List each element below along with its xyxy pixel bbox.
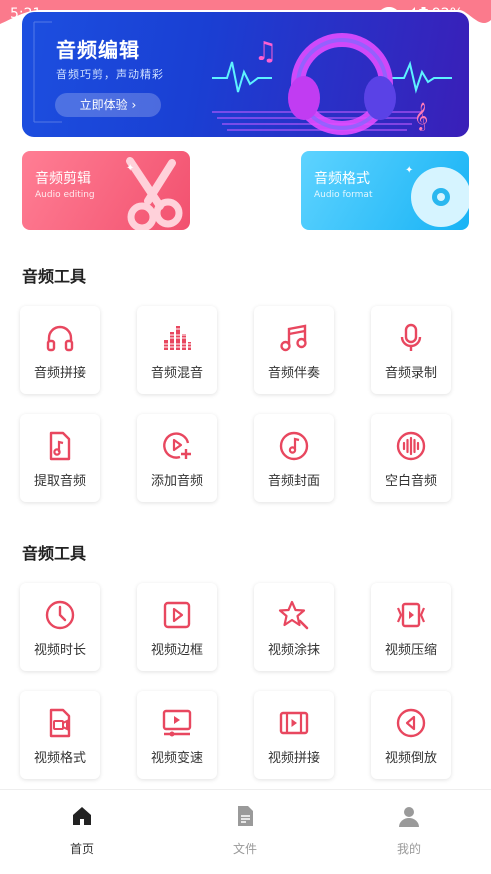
nav-profile[interactable]: 我的	[369, 804, 449, 857]
nav-home[interactable]: 首页	[42, 804, 122, 857]
star-brush-icon	[278, 600, 309, 630]
nav-label: 我的	[396, 842, 421, 856]
video-speed-icon	[162, 709, 192, 737]
file-icon	[238, 806, 253, 826]
tool-label: 音频封面	[267, 474, 320, 489]
audio-tools-heading: 音频工具	[22, 267, 87, 286]
tool-audio-mix[interactable]: 音频混音	[137, 306, 217, 394]
feature-subtitle: Audio editing	[35, 190, 95, 200]
banner-subtitle: 音频巧剪，声动精彩	[56, 68, 164, 81]
equalizer-icon	[163, 326, 192, 350]
tool-audio-cover[interactable]: 音频封面	[254, 414, 334, 502]
home-icon	[73, 807, 91, 825]
video-join-icon	[279, 711, 309, 735]
tool-label: 视频格式	[33, 751, 86, 766]
chevron-right-icon: ›	[131, 98, 137, 112]
svg-text:♫: ♫	[254, 37, 277, 67]
disc-icon: ✦	[405, 165, 469, 227]
tool-label: 视频变速	[150, 751, 203, 766]
tool-video-smear[interactable]: 视频涂抹	[254, 583, 334, 671]
try-now-label: 立即体验	[79, 98, 128, 112]
nav-label: 文件	[232, 842, 257, 856]
compress-icon	[396, 602, 426, 628]
audio-editing-card[interactable]: 音频剪辑 Audio editing ✦	[22, 151, 190, 230]
video-file-icon	[49, 708, 71, 738]
bottom-navigation: 首页 文件 我的	[0, 789, 491, 874]
tool-label: 空白音频	[384, 474, 437, 489]
feature-title: 音频格式	[314, 171, 370, 187]
music-disc-icon	[279, 431, 309, 461]
tool-label: 视频拼接	[267, 751, 320, 766]
svg-text:𝄞: 𝄞	[414, 102, 428, 131]
tool-video-format[interactable]: 视频格式	[20, 691, 100, 779]
tool-label: 视频压缩	[384, 643, 437, 658]
headphones-icon	[46, 325, 74, 352]
tool-record[interactable]: 音频录制	[371, 306, 451, 394]
tool-video-duration[interactable]: 视频时长	[20, 583, 100, 671]
music-file-icon	[49, 431, 71, 461]
soundwave-icon	[396, 431, 426, 461]
feature-title: 音频剪辑	[35, 171, 91, 187]
try-now-button[interactable]: 立即体验 ›	[55, 93, 161, 117]
tool-video-join[interactable]: 视频拼接	[254, 691, 334, 779]
profile-icon	[399, 807, 419, 827]
tool-label: 添加音频	[150, 474, 203, 489]
nav-files[interactable]: 文件	[205, 804, 285, 857]
tool-audio-join[interactable]: 音频拼接	[20, 306, 100, 394]
tool-label: 视频时长	[33, 643, 86, 658]
music-note-icon	[280, 324, 307, 352]
video-tools-heading: 音频工具	[22, 544, 87, 563]
add-audio-icon	[163, 432, 191, 459]
promo-banner[interactable]: ♫ 𝄞 音频编辑 音频巧剪，声动精彩 立即体验 ›	[22, 12, 469, 137]
tool-label: 视频边框	[150, 643, 203, 658]
tool-video-frame[interactable]: 视频边框	[137, 583, 217, 671]
svg-text:✦: ✦	[126, 163, 134, 174]
svg-text:✦: ✦	[405, 165, 413, 176]
clock-icon	[45, 600, 75, 630]
tool-add-audio[interactable]: 添加音频	[137, 414, 217, 502]
audio-format-card[interactable]: 音频格式 Audio format ✦	[301, 151, 469, 230]
banner-title: 音频编辑	[56, 38, 140, 62]
tool-label: 音频录制	[384, 366, 437, 381]
tool-label: 音频伴奏	[267, 366, 320, 381]
video-frame-icon	[163, 601, 191, 629]
microphone-icon	[400, 323, 422, 351]
tool-accompaniment[interactable]: 音频伴奏	[254, 306, 334, 394]
tool-label: 音频混音	[150, 366, 203, 381]
tool-label: 视频涂抹	[267, 643, 320, 658]
tool-video-speed[interactable]: 视频变速	[137, 691, 217, 779]
tool-extract-audio[interactable]: 提取音频	[20, 414, 100, 502]
tool-blank-audio[interactable]: 空白音频	[371, 414, 451, 502]
tool-label: 视频倒放	[384, 751, 437, 766]
tool-label: 提取音频	[33, 474, 86, 489]
tool-video-reverse[interactable]: 视频倒放	[371, 691, 451, 779]
scissors-icon: ✦	[126, 157, 183, 230]
nav-label: 首页	[69, 842, 94, 856]
rewind-icon	[396, 708, 426, 738]
tool-label: 音频拼接	[33, 366, 86, 381]
feature-subtitle: Audio format	[314, 190, 373, 200]
tool-video-compress[interactable]: 视频压缩	[371, 583, 451, 671]
